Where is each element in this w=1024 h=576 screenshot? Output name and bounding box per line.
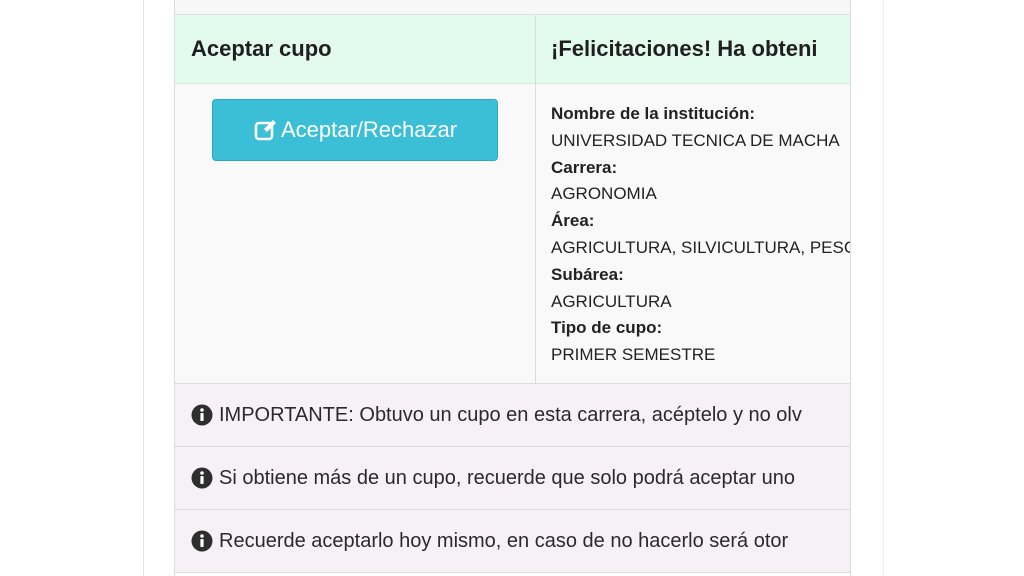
area-label: Área: — [551, 211, 595, 231]
notice-important: IMPORTANTE: Obtuvo un cupo en esta carre… — [175, 384, 850, 447]
accept-reject-button[interactable]: Aceptar/Rechazar — [212, 99, 498, 161]
institution-label: Nombre de la institución: — [551, 104, 756, 123]
notice-accept-today: Recuerde aceptarlo hoy mismo, en caso de… — [175, 510, 850, 573]
accept-reject-label: Aceptar/Rechazar — [280, 117, 458, 142]
notice-multiple-quotas: Si obtiene más de un cupo, recuerde que … — [175, 447, 850, 510]
table-top-strip — [175, 0, 850, 15]
table-body-row: Aceptar/Rechazar Nombre de la institució… — [175, 84, 850, 384]
career-label: Carrera: — [551, 157, 618, 177]
institution-value: UNIVERSIDAD TECNICA DE MACHA — [551, 130, 840, 150]
notice-text: Si obtiene más de un cupo, recuerde que … — [219, 466, 795, 489]
table-header-row: Aceptar cupo ¡Felicitaciones! Ha obteni — [175, 15, 850, 84]
header-accept-title: Aceptar cupo — [191, 36, 332, 61]
quota-type-value: PRIMER SEMESTRE — [551, 345, 716, 365]
header-congrats-title: ¡Felicitaciones! Ha obteni — [551, 36, 818, 61]
area-value: AGRICULTURA, SILVICULTURA, PESC — [551, 237, 851, 257]
subarea-label: Subárea: — [551, 264, 624, 284]
info-icon — [191, 467, 213, 489]
page-edge-left — [143, 0, 144, 576]
notice-text: Recuerde aceptarlo hoy mismo, en caso de… — [219, 529, 789, 552]
edit-icon — [254, 120, 276, 141]
subarea-value: AGRICULTURA — [551, 291, 672, 311]
info-icon — [191, 404, 213, 426]
notice-text: IMPORTANTE: Obtuvo un cupo en esta carre… — [219, 403, 802, 426]
career-value: AGRONOMIA — [551, 184, 657, 204]
page-edge-right — [883, 0, 884, 576]
column-divider — [535, 15, 536, 383]
cupo-table: Aceptar cupo ¡Felicitaciones! Ha obteni … — [174, 0, 851, 576]
cupo-details: Nombre de la institución: UNIVERSIDAD TE… — [551, 101, 851, 369]
info-icon — [191, 530, 213, 552]
quota-type-label: Tipo de cupo: — [551, 318, 663, 338]
